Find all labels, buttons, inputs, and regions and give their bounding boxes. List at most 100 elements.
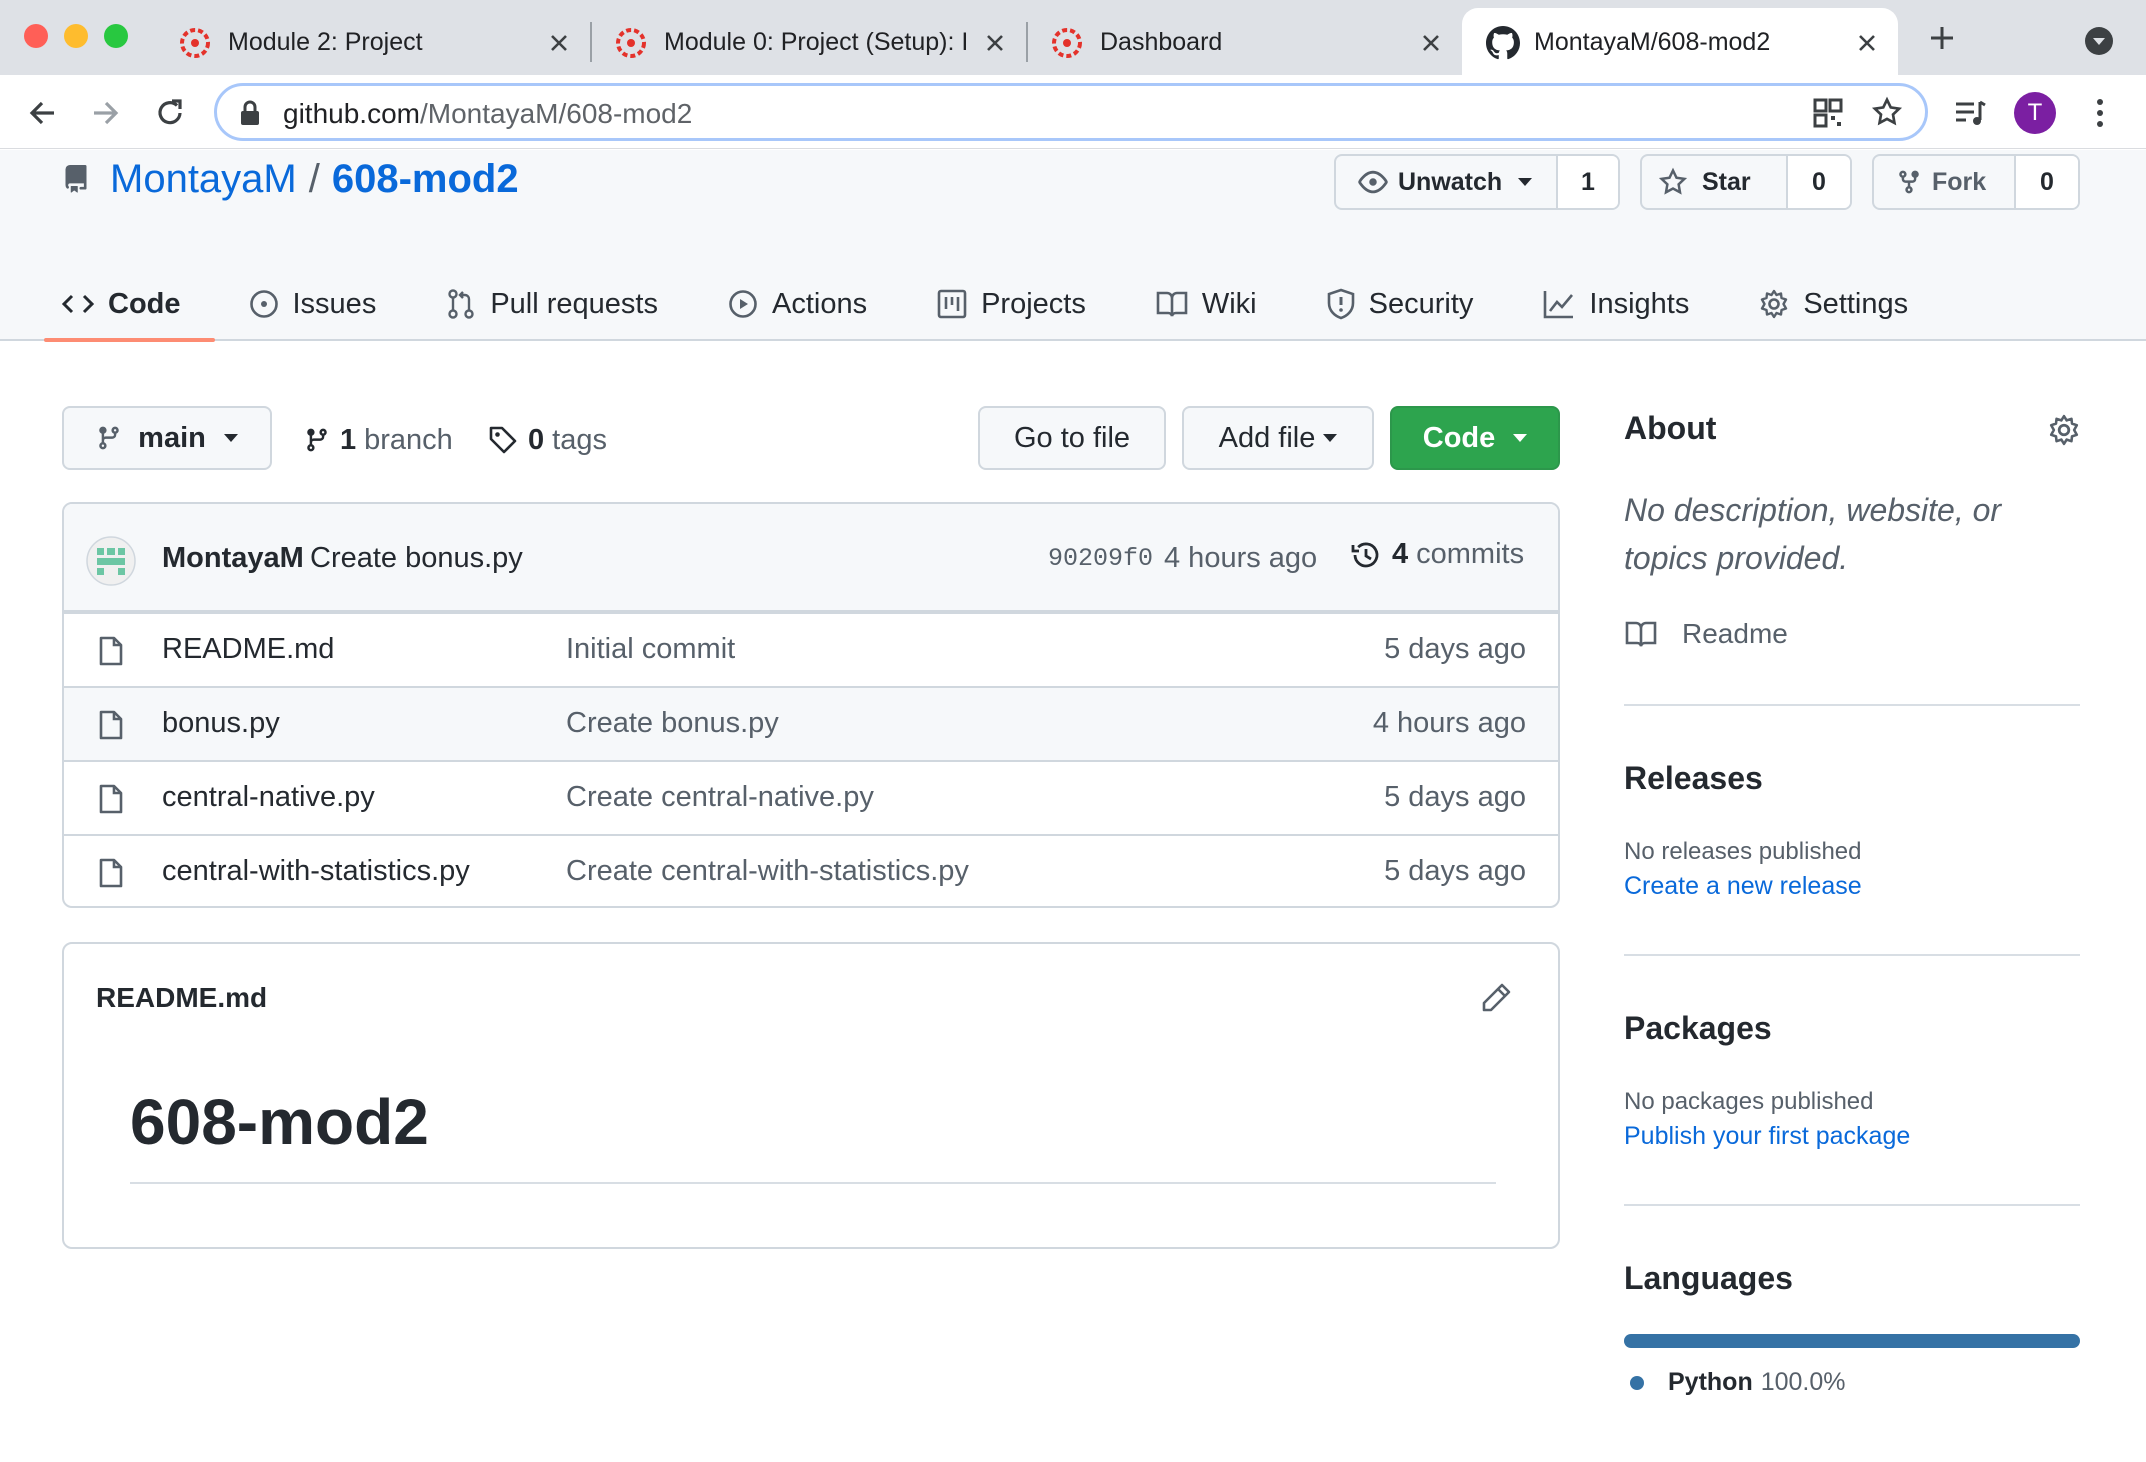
file-name[interactable]: central-with-statistics.py [162, 855, 470, 888]
window-close-button[interactable] [24, 24, 48, 48]
file-list-box: MontayaM Create bonus.py 90209f0 4 hours… [62, 502, 1560, 908]
qr-code-icon[interactable] [1813, 98, 1843, 128]
forward-arrow-icon[interactable] [88, 95, 124, 131]
address-bar[interactable]: github.com/MontayaM/608-mod2 [214, 83, 1928, 141]
browser-tab[interactable]: Module 2: Project [140, 8, 576, 75]
unwatch-button[interactable]: Unwatch [1336, 156, 1556, 208]
file-commit-message[interactable]: Initial commit [566, 633, 735, 666]
repo-name-link[interactable]: 608-mod2 [332, 157, 519, 202]
git-branch-icon [96, 423, 122, 453]
language-bar-python [1624, 1334, 2080, 1348]
close-icon[interactable] [984, 32, 1006, 54]
branch-count: 1 [340, 423, 357, 456]
tab-search-icon[interactable] [2084, 26, 2114, 56]
tab-projects[interactable]: Projects [935, 266, 1088, 342]
readme-link[interactable]: Readme [1624, 618, 1788, 650]
repo-title: MontayaM / 608-mod2 [62, 154, 519, 204]
close-icon[interactable] [1856, 32, 1878, 54]
repo-owner-link[interactable]: MontayaM [110, 157, 297, 202]
tab-actions[interactable]: Actions [726, 266, 869, 342]
tab-settings[interactable]: Settings [1757, 266, 1910, 342]
file-row[interactable]: bonus.py Create bonus.py 4 hours ago [64, 686, 1558, 760]
tab-pull-requests[interactable]: Pull requests [444, 266, 660, 342]
file-row[interactable]: central-with-statistics.py Create centra… [64, 834, 1558, 906]
file-name[interactable]: central-native.py [162, 781, 375, 814]
url-text[interactable]: github.com/MontayaM/608-mod2 [283, 97, 692, 131]
pencil-icon[interactable] [1480, 982, 1512, 1014]
tab-label: Pull requests [490, 287, 658, 320]
file-name[interactable]: bonus.py [162, 707, 280, 740]
releases-heading[interactable]: Releases [1624, 760, 1763, 797]
bookmark-star-icon[interactable] [1871, 96, 1903, 128]
git-branch-icon [304, 425, 330, 455]
watch-button-group: Unwatch 1 [1334, 154, 1620, 210]
commit-message[interactable]: Create bonus.py [310, 542, 523, 575]
window-minimize-button[interactable] [64, 24, 88, 48]
profile-avatar[interactable]: T [2014, 92, 2056, 134]
file-name[interactable]: README.md [162, 633, 334, 666]
publish-package-link[interactable]: Publish your first package [1624, 1122, 1910, 1151]
repo-nav: Code Issues Pull requests Actions Projec… [44, 266, 1976, 342]
tab-security[interactable]: Security [1325, 266, 1476, 342]
new-tab-icon[interactable] [1928, 24, 1956, 52]
commit-label: commits [1416, 538, 1525, 570]
file-age: 5 days ago [1384, 633, 1526, 665]
code-download-button[interactable]: Code [1390, 406, 1560, 470]
issue-opened-icon [249, 289, 293, 319]
watch-count[interactable]: 1 [1556, 156, 1618, 208]
packages-heading[interactable]: Packages [1624, 1010, 1772, 1047]
go-to-file-button[interactable]: Go to file [978, 406, 1166, 470]
tab-insights[interactable]: Insights [1541, 266, 1691, 342]
tab-wiki[interactable]: Wiki [1154, 266, 1259, 342]
canvas-icon [1050, 26, 1084, 60]
create-release-link[interactable]: Create a new release [1624, 872, 1862, 901]
language-percent: 100.0% [1760, 1368, 1846, 1396]
unwatch-label: Unwatch [1398, 167, 1503, 196]
lock-icon[interactable] [239, 100, 261, 126]
branch-label: branch [364, 423, 453, 456]
history-icon [1350, 539, 1382, 571]
branch-name: main [138, 421, 206, 454]
file-row[interactable]: central-native.py Create central-native.… [64, 760, 1558, 834]
browser-tab-active[interactable]: MontayaM/608-mod2 [1462, 8, 1898, 75]
tab-label: Security [1368, 287, 1474, 320]
file-age: 5 days ago [1384, 855, 1526, 887]
tab-label: Projects [981, 287, 1086, 320]
branches-link[interactable]: 1 branch [304, 420, 453, 460]
language-item-python[interactable]: Python 100.0% [1630, 1368, 1846, 1397]
browser-tab[interactable]: Dashboard [1012, 8, 1448, 75]
close-icon[interactable] [1420, 32, 1442, 54]
tag-label: tags [552, 423, 607, 456]
back-arrow-icon[interactable] [24, 95, 60, 131]
browser-tab[interactable]: Module 0: Project (Setup): I [576, 8, 1012, 75]
more-vertical-icon[interactable] [2090, 97, 2110, 129]
reload-icon[interactable] [152, 95, 188, 131]
tab-label: Actions [771, 287, 868, 320]
tab-code[interactable]: Code [44, 266, 214, 342]
commits-link[interactable]: 4 commits [1350, 538, 1524, 571]
branch-select-button[interactable]: main [62, 406, 272, 470]
fork-button-group: Fork 0 [1872, 154, 2080, 210]
file-commit-message[interactable]: Create central-with-statistics.py [566, 855, 969, 888]
file-commit-message[interactable]: Create bonus.py [566, 707, 779, 740]
about-description: No description, website, or topics provi… [1624, 492, 2002, 576]
file-row[interactable]: README.md Initial commit 5 days ago [64, 612, 1558, 686]
readme-heading-rule [130, 1182, 1496, 1184]
fork-button[interactable]: Fork [1874, 156, 2014, 208]
window-zoom-button[interactable] [104, 24, 128, 48]
caret-down-icon [1513, 434, 1528, 442]
tags-link[interactable]: 0 tags [488, 420, 607, 460]
commit-sha[interactable]: 90209f0 [1048, 544, 1153, 573]
tab-issues[interactable]: Issues [247, 266, 379, 342]
media-controls-icon[interactable] [1952, 95, 1988, 131]
fork-count[interactable]: 0 [2014, 156, 2078, 208]
gear-icon[interactable] [2048, 414, 2080, 446]
commit-author[interactable]: MontayaM [162, 542, 304, 575]
star-count[interactable]: 0 [1786, 156, 1850, 208]
eye-icon [1358, 167, 1388, 197]
close-icon[interactable] [548, 32, 570, 54]
file-commit-message[interactable]: Create central-native.py [566, 781, 874, 814]
avatar[interactable] [86, 536, 136, 586]
star-button[interactable]: Star [1642, 156, 1786, 208]
add-file-button[interactable]: Add file [1182, 406, 1374, 470]
